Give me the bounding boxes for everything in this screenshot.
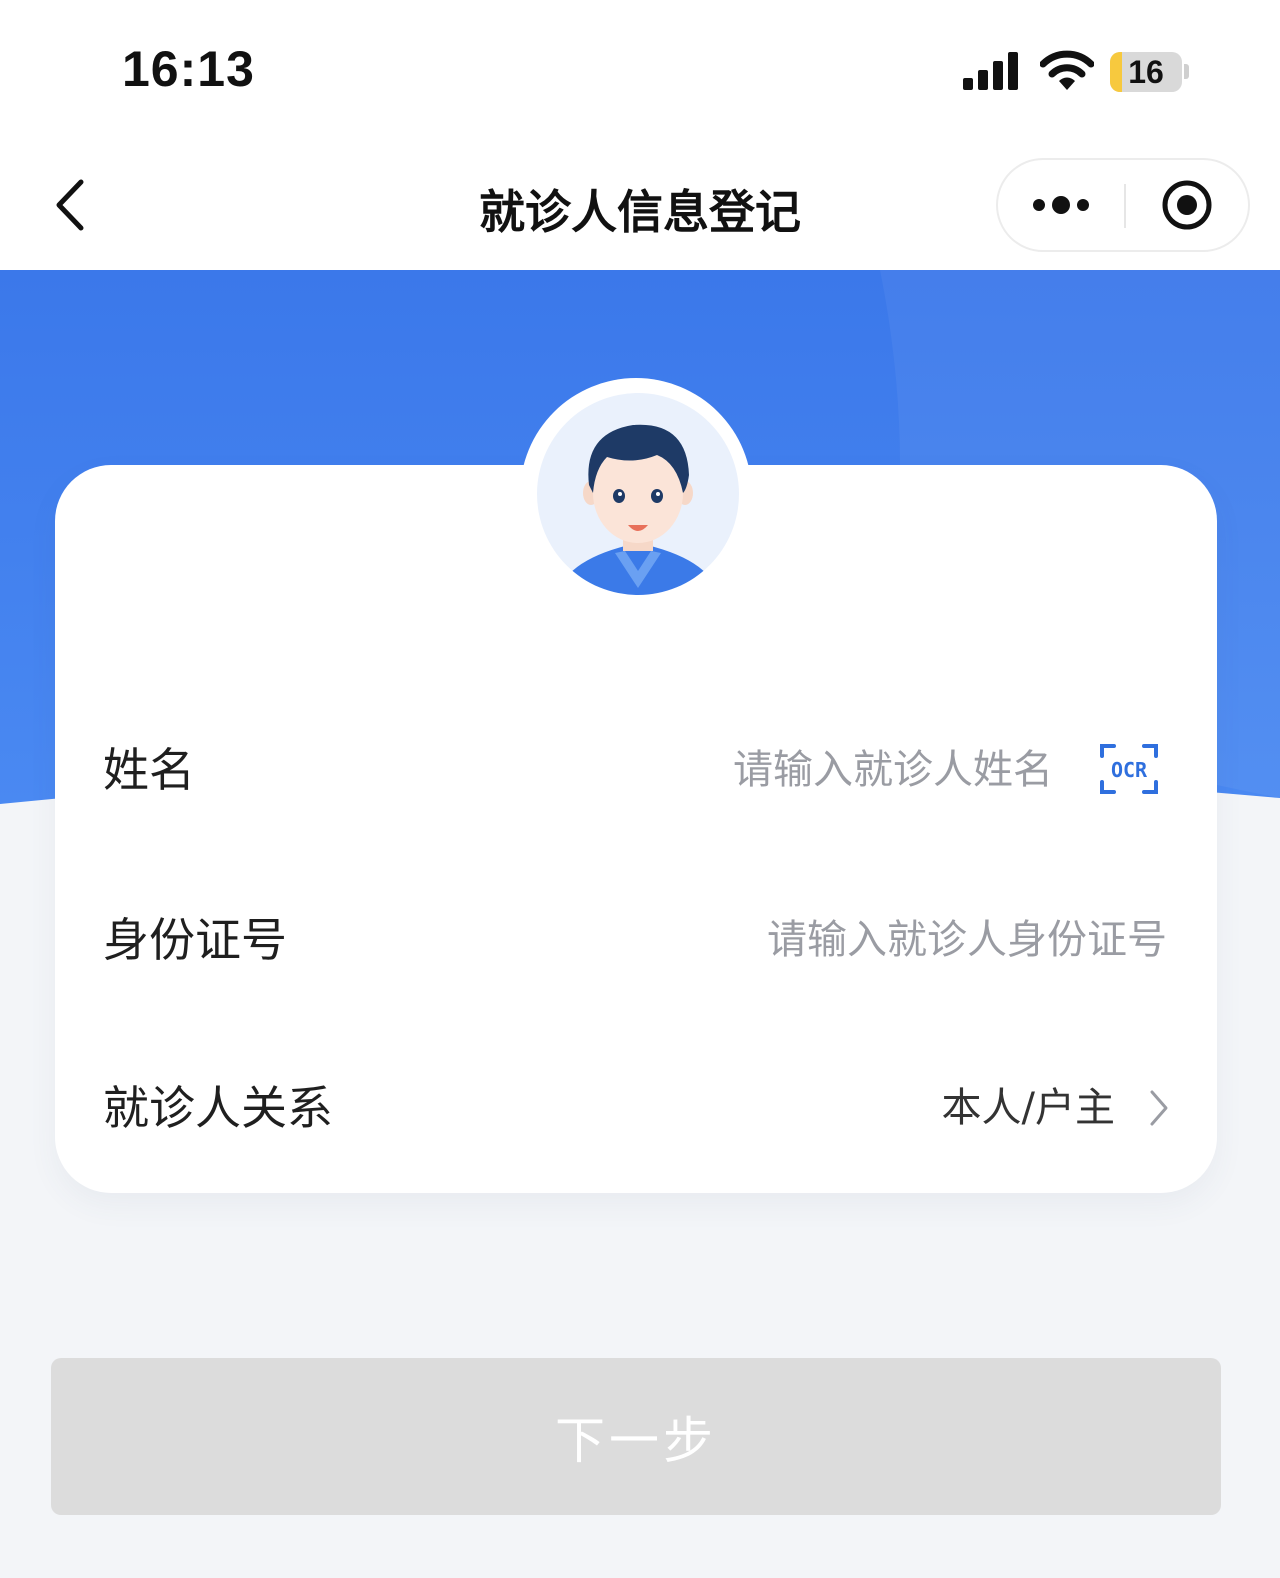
- more-icon: [1033, 196, 1089, 214]
- id-number-label: 身份证号: [103, 913, 287, 967]
- name-label: 姓名: [103, 743, 195, 797]
- record-icon: [1162, 180, 1212, 230]
- nav-bar: 就诊人信息登记: [0, 140, 1280, 270]
- avatar: [537, 393, 739, 595]
- ocr-icon[interactable]: OCR: [1098, 742, 1160, 796]
- id-number-row: 身份证号: [55, 880, 1217, 1000]
- name-input[interactable]: [575, 740, 1053, 800]
- relation-value: 本人/户主: [941, 1085, 1115, 1131]
- wifi-icon: [1040, 50, 1094, 90]
- battery-level: 16: [1128, 54, 1164, 90]
- next-button[interactable]: 下一步: [51, 1358, 1221, 1515]
- close-mini-program-button[interactable]: [1126, 160, 1248, 250]
- ocr-label: OCR: [1111, 758, 1148, 782]
- battery-tip: [1184, 64, 1189, 79]
- battery-icon: 16: [1110, 52, 1182, 92]
- relation-label: 就诊人关系: [103, 1081, 333, 1135]
- more-button[interactable]: [998, 160, 1124, 250]
- chevron-right-icon: [1150, 1090, 1168, 1126]
- id-number-input[interactable]: [575, 910, 1167, 970]
- status-time: 16:13: [122, 41, 255, 97]
- name-row: 姓名 OCR: [55, 710, 1217, 830]
- signal-icon: [963, 52, 1018, 90]
- relation-row[interactable]: 就诊人关系 本人/户主: [55, 1048, 1217, 1168]
- status-bar: 16:13 16: [0, 0, 1280, 140]
- mini-program-capsule: [996, 158, 1250, 252]
